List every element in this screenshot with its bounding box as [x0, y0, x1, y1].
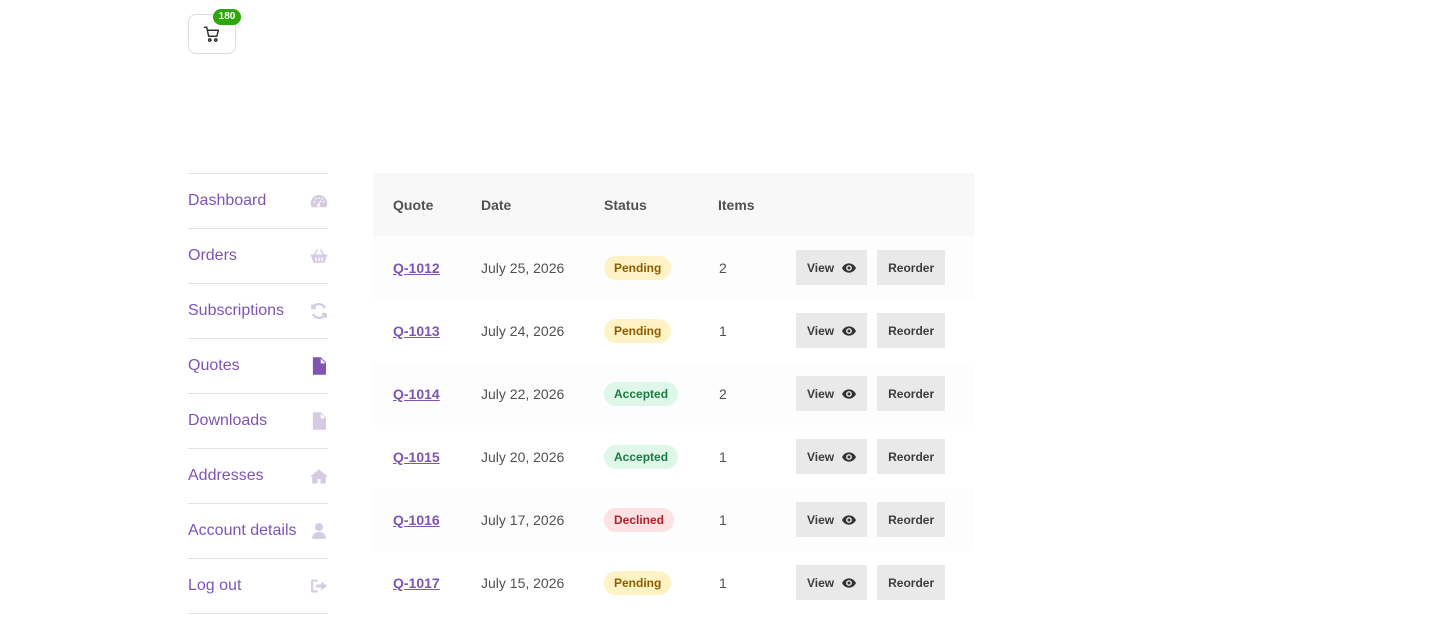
quote-link[interactable]: Q-1013: [393, 323, 440, 339]
eye-icon: [842, 451, 857, 462]
dashboard-icon: [310, 192, 328, 210]
quote-link[interactable]: Q-1014: [393, 386, 440, 402]
eye-icon: [842, 325, 857, 336]
home-icon: [310, 467, 328, 485]
table-row: Q-1015 July 20, 2026 Accepted 1 View Reo…: [373, 425, 974, 488]
view-button[interactable]: View: [796, 502, 868, 537]
view-button[interactable]: View: [796, 313, 868, 348]
nav-item-log-out[interactable]: Log out: [188, 559, 328, 614]
eye-icon: [842, 514, 857, 525]
reorder-button-label: Reorder: [888, 260, 935, 275]
column-header-status: Status: [604, 196, 647, 213]
table-row: Q-1017 July 15, 2026 Pending 1 View Reor…: [373, 551, 974, 614]
reorder-button[interactable]: Reorder: [877, 565, 946, 600]
nav-item-label: Account details: [188, 522, 297, 539]
logout-icon: [310, 577, 328, 595]
item-count: 1: [719, 511, 727, 528]
status-badge: Pending: [604, 570, 672, 595]
reorder-button-label: Reorder: [888, 575, 935, 590]
item-count: 1: [719, 448, 727, 465]
reorder-button-label: Reorder: [888, 323, 935, 338]
view-button[interactable]: View: [796, 439, 868, 474]
nav-item-label: Downloads: [188, 412, 268, 429]
eye-icon: [842, 388, 857, 399]
status-badge: Accepted: [604, 381, 679, 406]
file-download-icon: [310, 412, 328, 430]
reorder-button[interactable]: Reorder: [877, 250, 946, 285]
reorder-button[interactable]: Reorder: [877, 502, 946, 537]
quote-date: July 25, 2026: [481, 259, 565, 276]
reorder-button-label: Reorder: [888, 449, 935, 464]
quote-date: July 20, 2026: [481, 448, 565, 465]
nav-item-label: Subscriptions: [188, 302, 285, 319]
cart-button[interactable]: 180: [188, 9, 241, 54]
quote-link[interactable]: Q-1015: [393, 449, 440, 465]
table-row: Q-1016 July 17, 2026 Declined 1 View Reo…: [373, 488, 974, 551]
status-badge: Pending: [604, 318, 672, 343]
account-navigation: Dashboard Orders Subscriptions Quotes Do…: [188, 173, 328, 614]
view-button[interactable]: View: [796, 376, 868, 411]
cart-icon: [203, 26, 220, 42]
refresh-icon: [310, 302, 328, 320]
item-count: 1: [719, 322, 727, 339]
nav-item-orders[interactable]: Orders: [188, 229, 328, 284]
document-icon: [310, 357, 328, 375]
nav-item-downloads[interactable]: Downloads: [188, 394, 328, 449]
eye-icon: [842, 262, 857, 273]
basket-icon: [310, 247, 328, 265]
nav-item-label: Orders: [188, 247, 237, 264]
table-header: Quote Date Status Items: [373, 173, 974, 236]
view-button[interactable]: View: [796, 565, 868, 600]
nav-item-quotes[interactable]: Quotes: [188, 339, 328, 394]
column-header-items: Items: [718, 196, 755, 213]
quote-date: July 24, 2026: [481, 322, 565, 339]
view-button-label: View: [807, 260, 835, 275]
reorder-button[interactable]: Reorder: [877, 313, 946, 348]
view-button-label: View: [807, 386, 835, 401]
table-row: Q-1013 July 24, 2026 Pending 1 View Reor…: [373, 299, 974, 362]
quotes-table: Quote Date Status Items Q-1012 July 25, …: [373, 173, 974, 614]
nav-item-label: Quotes: [188, 357, 240, 374]
item-count: 2: [719, 259, 727, 276]
quote-date: July 22, 2026: [481, 385, 565, 402]
nav-item-addresses[interactable]: Addresses: [188, 449, 328, 504]
quote-link[interactable]: Q-1012: [393, 260, 440, 276]
table-row: Q-1012 July 25, 2026 Pending 2 View Reor…: [373, 236, 974, 299]
status-badge: Declined: [604, 507, 675, 532]
user-icon: [310, 522, 328, 540]
view-button-label: View: [807, 323, 835, 338]
quote-link[interactable]: Q-1017: [393, 575, 440, 591]
column-header-quote: Quote: [393, 196, 434, 213]
reorder-button[interactable]: Reorder: [877, 376, 946, 411]
view-button-label: View: [807, 575, 835, 590]
nav-item-label: Log out: [188, 577, 242, 594]
view-button-label: View: [807, 512, 835, 527]
view-button-label: View: [807, 449, 835, 464]
table-row: Q-1014 July 22, 2026 Accepted 2 View Reo…: [373, 362, 974, 425]
reorder-button-label: Reorder: [888, 512, 935, 527]
item-count: 1: [719, 574, 727, 591]
nav-item-label: Dashboard: [188, 192, 267, 209]
nav-item-label: Addresses: [188, 467, 264, 484]
nav-item-subscriptions[interactable]: Subscriptions: [188, 284, 328, 339]
quote-date: July 15, 2026: [481, 574, 565, 591]
column-header-date: Date: [481, 196, 512, 213]
item-count: 2: [719, 385, 727, 402]
quote-date: July 17, 2026: [481, 511, 565, 528]
cart-count-badge: 180: [213, 9, 241, 25]
nav-item-account-details[interactable]: Account details: [188, 504, 328, 559]
eye-icon: [842, 577, 857, 588]
status-badge: Accepted: [604, 444, 679, 469]
reorder-button-label: Reorder: [888, 386, 935, 401]
nav-item-dashboard[interactable]: Dashboard: [188, 174, 328, 229]
view-button[interactable]: View: [796, 250, 868, 285]
quote-link[interactable]: Q-1016: [393, 512, 440, 528]
status-badge: Pending: [604, 255, 672, 280]
reorder-button[interactable]: Reorder: [877, 439, 946, 474]
